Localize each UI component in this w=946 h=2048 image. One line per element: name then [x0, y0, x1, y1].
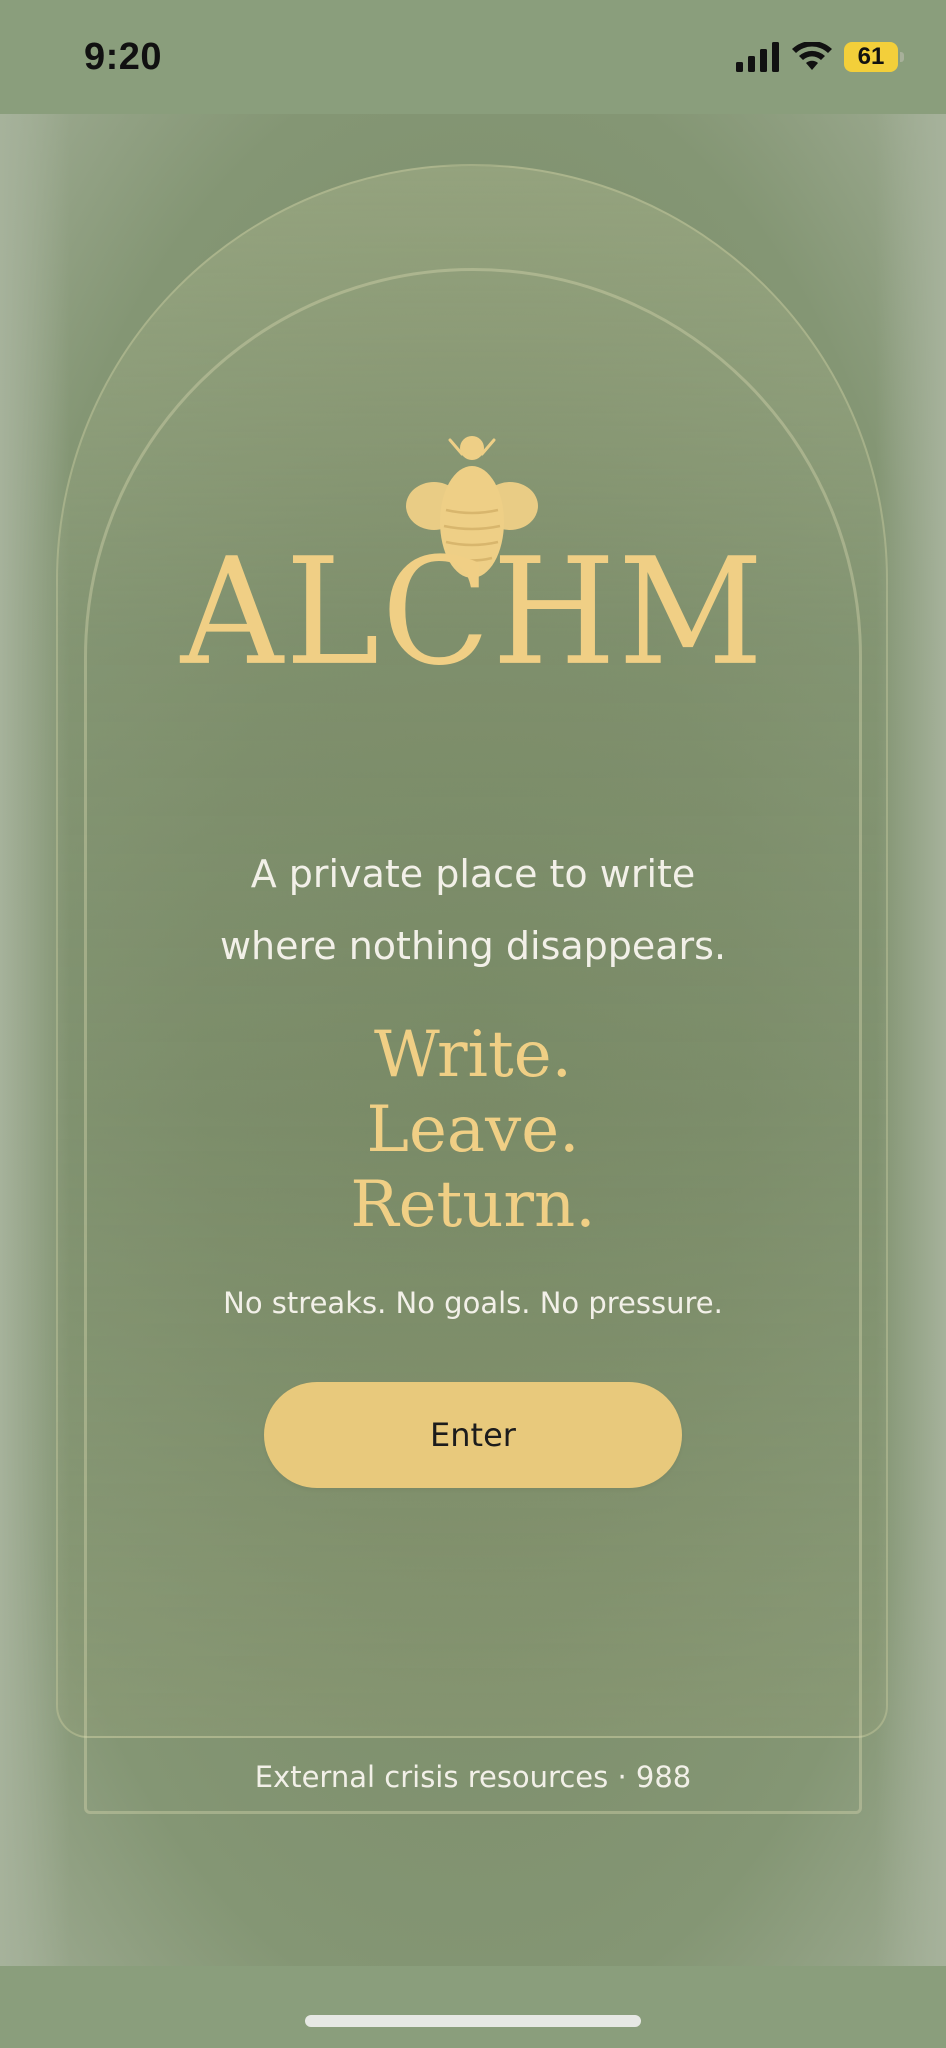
mantra-line-1: Write.	[374, 1018, 572, 1092]
tagline: A private place to write where nothing d…	[0, 838, 946, 982]
bottom-bar	[0, 1966, 946, 2048]
battery-level: 61	[857, 43, 885, 70]
status-bar: 9:20 61	[0, 0, 946, 114]
enter-button[interactable]: Enter	[264, 1382, 682, 1488]
crisis-resources-link[interactable]: External crisis resources · 988	[0, 1760, 946, 1794]
tagline-line-1: A private place to write	[250, 852, 696, 896]
status-icons: 61	[736, 42, 904, 72]
brand-title: ALCHM	[180, 526, 766, 699]
mantra-line-2: Leave.	[366, 1093, 580, 1167]
screen: 9:20 61 ALCHM A private place to write w…	[0, 0, 946, 2048]
cellular-signal-icon	[736, 42, 779, 72]
mantra: Write. Leave. Return.	[0, 1018, 946, 1243]
home-indicator[interactable]	[305, 2015, 641, 2027]
mantra-line-3: Return.	[350, 1168, 596, 1242]
tagline-line-2: where nothing disappears.	[219, 924, 727, 968]
subnote: No streaks. No goals. No pressure.	[223, 1286, 723, 1320]
wifi-icon	[792, 42, 832, 70]
status-time: 9:20	[84, 36, 163, 78]
battery-icon: 61	[844, 42, 904, 72]
